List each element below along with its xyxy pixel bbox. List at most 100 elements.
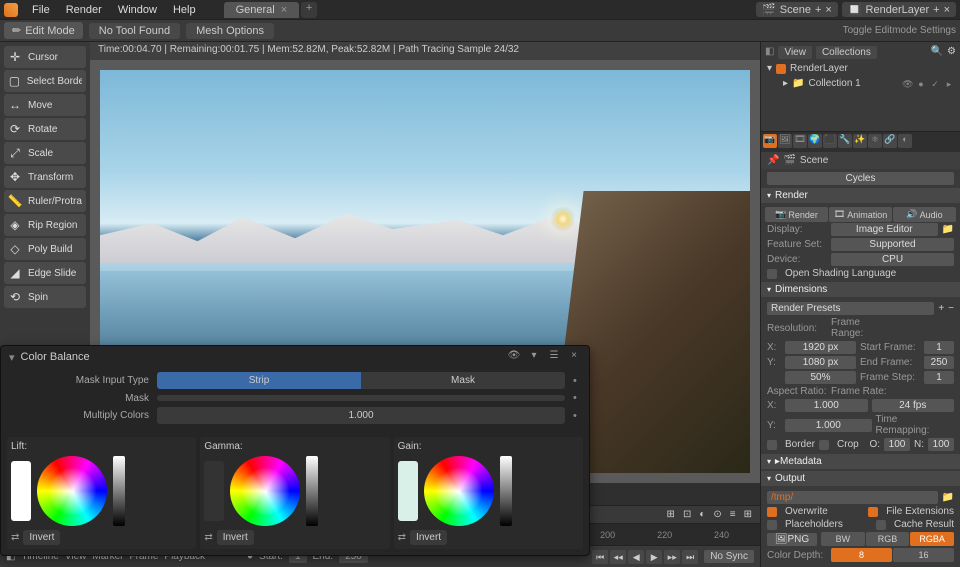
osl-checkbox[interactable] [767,269,777,279]
menu-window[interactable]: Window [110,2,165,18]
tool-rotate[interactable]: ⟳Rotate [4,118,86,140]
start-frame[interactable]: 1 [924,341,954,354]
tool-cursor[interactable]: ✛Cursor [4,46,86,68]
mode-selector[interactable]: ✏Edit Mode [4,22,83,39]
tool-selectborder[interactable]: ▢Select Border [4,70,86,92]
mask-strip-button[interactable]: Strip [157,372,361,389]
cache-checkbox[interactable] [876,520,886,530]
filter-icon[interactable]: ⚙ [947,46,956,59]
depth16-button[interactable]: 16 [893,548,954,562]
border-checkbox[interactable] [767,440,777,450]
tool-ripregion[interactable]: ◈Rip Region [4,214,86,236]
close-icon[interactable]: × [567,350,581,364]
outliner[interactable]: ◧ View Collections 🔍 ⚙ ▾RenderLayer ▸📁Co… [761,42,960,132]
prop-tab[interactable]: 🌍 [808,134,822,148]
prop-tab[interactable]: 🔗 [883,134,897,148]
add-tab-button[interactable]: + [301,2,317,18]
keyframe-prev-icon[interactable]: ◂◂ [610,550,626,564]
remap-n[interactable]: 100 [928,438,954,451]
sync-selector[interactable]: No Sync [704,550,754,563]
keyframe-next-icon[interactable]: ▸▸ [664,550,680,564]
swatch[interactable] [11,461,31,521]
close-icon[interactable]: × [281,4,287,16]
fileext-checkbox[interactable] [868,507,878,517]
swap-icon[interactable]: ⇄ [11,532,19,543]
outliner-tab-collections[interactable]: Collections [816,46,877,59]
animation-button[interactable]: 🎞Animation [829,207,892,222]
invert-button[interactable]: Invert [23,530,60,545]
expand-icon[interactable]: ▾ [527,350,541,364]
render-button[interactable]: 📷Render [765,207,828,222]
mask-mask-button[interactable]: Mask [361,372,565,389]
res-pct[interactable]: 50% [785,371,856,384]
outliner-row[interactable]: ▾RenderLayer [763,61,958,76]
prop-tab-render[interactable]: 📷 [763,134,777,148]
menu-icon[interactable]: ☰ [547,350,561,364]
browse-icon[interactable]: 📁 [942,492,954,503]
render-presets[interactable]: Render Presets [767,302,934,315]
tool-transform[interactable]: ✥Transform [4,166,86,188]
tool-move[interactable]: ↔Move [4,94,86,116]
swap-icon[interactable]: ⇄ [204,532,212,543]
aspect-x[interactable]: 1.000 [785,399,868,412]
multiply-slider[interactable]: 1.000 [157,407,565,424]
engine-selector[interactable]: Cycles [767,172,954,185]
rgb-button[interactable]: RGB [866,532,910,546]
search-icon[interactable]: 🔍 [931,46,943,59]
bw-button[interactable]: BW [821,532,865,546]
prop-tab[interactable]: ✨ [853,134,867,148]
tab-general[interactable]: General× [224,2,300,18]
swatch[interactable] [204,461,224,521]
jump-end-icon[interactable]: ⏭ [682,550,698,564]
tool-polybuild[interactable]: ◇Poly Build [4,238,86,260]
renderlayer-selector[interactable]: 🔲RenderLayer+× [842,2,956,17]
jump-start-icon[interactable]: ⏮ [592,550,608,564]
outliner-tab-view[interactable]: View [778,46,812,59]
play-icon[interactable]: ▶ [646,550,662,564]
crop-checkbox[interactable] [819,440,829,450]
placeholders-checkbox[interactable] [767,520,777,530]
eye-icon[interactable]: 👁 [507,350,521,364]
swap-icon[interactable]: ⇄ [398,532,406,543]
output-path[interactable]: /tmp/ [767,491,938,504]
scene-selector[interactable]: 🎬Scene+× [756,2,838,17]
outliner-row[interactable]: ▸📁Collection 1👁●✓▸ [763,76,958,91]
prop-tab[interactable]: ⬛ [823,134,837,148]
aspect-y[interactable]: 1.000 [785,419,872,432]
end-frame[interactable]: 250 [924,356,954,369]
tool-edgeslide[interactable]: ◢Edge Slide [4,262,86,284]
value-slider[interactable] [113,456,125,526]
tool-scale[interactable]: ⤢Scale [4,142,86,164]
invert-button[interactable]: Invert [217,530,254,545]
display-selector[interactable]: Image Editor [831,223,938,236]
menu-render[interactable]: Render [58,2,110,18]
section-output[interactable]: Output [761,471,960,486]
rgba-button[interactable]: RGBA [910,532,954,546]
menu-help[interactable]: Help [165,2,204,18]
color-wheel[interactable] [37,456,107,526]
device-selector[interactable]: CPU [831,253,954,266]
menu-file[interactable]: File [24,2,58,18]
format-selector[interactable]: 🖼PNG [767,533,817,546]
prop-tab[interactable]: ⚛ [868,134,882,148]
res-x[interactable]: 1920 px [785,341,856,354]
prop-tab[interactable]: 🖼 [778,134,792,148]
swatch[interactable] [398,461,418,521]
depth8-button[interactable]: 8 [831,548,892,562]
section-render[interactable]: Render [761,188,960,203]
prop-tab[interactable]: 🔧 [838,134,852,148]
section-dimensions[interactable]: Dimensions [761,282,960,297]
frame-step[interactable]: 1 [924,371,954,384]
fps-selector[interactable]: 24 fps [872,399,955,412]
color-wheel[interactable] [424,456,494,526]
invert-button[interactable]: Invert [410,530,447,545]
value-slider[interactable] [306,456,318,526]
section-metadata[interactable]: ▾Metadata [761,454,960,469]
overwrite-checkbox[interactable] [767,507,777,517]
value-slider[interactable] [500,456,512,526]
remap-o[interactable]: 100 [884,438,910,451]
feature-selector[interactable]: Supported [831,238,954,251]
mask-slider[interactable] [157,395,565,401]
toggle-editmode[interactable]: Toggle Editmode Settings [843,25,956,36]
color-wheel[interactable] [230,456,300,526]
